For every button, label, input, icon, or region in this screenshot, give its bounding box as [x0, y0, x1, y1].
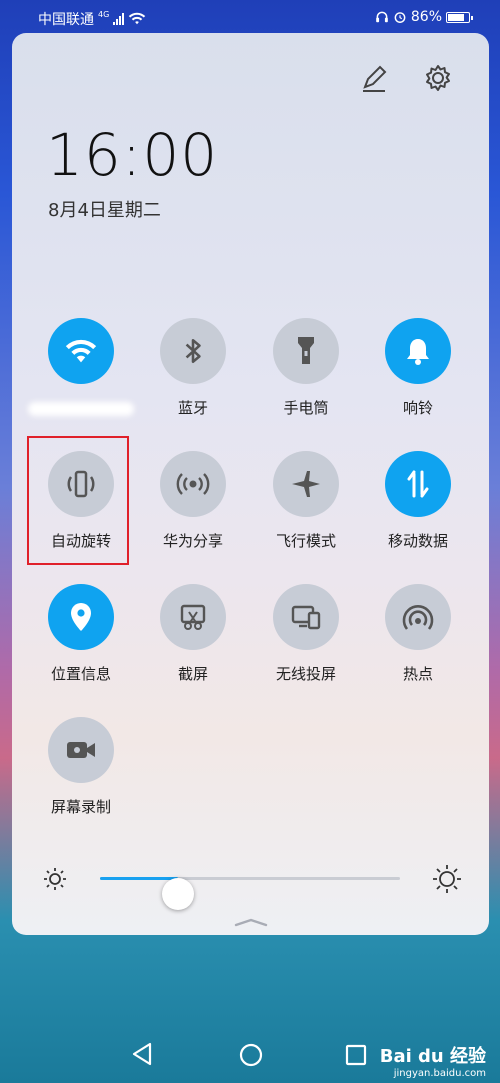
location-icon: [48, 584, 114, 650]
status-bar: 中国联通 4G 86%: [0, 0, 500, 34]
status-right: 86%: [375, 9, 473, 25]
tile-label: 热点: [402, 665, 433, 683]
tile-label: 移动数据: [387, 532, 448, 550]
clock-time: 16:00: [46, 121, 219, 189]
tile-label: 无线投屏: [275, 665, 336, 683]
screen-record-icon: [48, 717, 114, 783]
brightness-control: [42, 863, 462, 910]
bluetooth-icon: [160, 318, 226, 384]
tile-label: 飞行模式: [275, 532, 336, 550]
network-type: 4G: [98, 9, 110, 19]
watermark-brand: Bai du 经验: [379, 1046, 486, 1067]
brightness-slider[interactable]: [100, 877, 400, 910]
watermark-url: jingyan.baidu.com: [393, 1068, 486, 1079]
signal-icon: [113, 13, 125, 25]
tile-label: 蓝牙: [177, 399, 208, 417]
tile-bluetooth[interactable]: 蓝牙: [138, 318, 248, 418]
tile-label: 位置信息: [50, 665, 111, 683]
tile-huawei-share[interactable]: 华为分享: [138, 451, 248, 551]
tile-location[interactable]: 位置信息: [26, 584, 136, 684]
headphones-icon: [376, 11, 388, 23]
tile-hotspot[interactable]: 热点: [363, 584, 473, 684]
status-left: 中国联通 4G: [38, 9, 146, 29]
home-icon[interactable]: [238, 1042, 264, 1068]
panel-collapse-handle[interactable]: [234, 917, 268, 927]
mobile-data-icon: [385, 451, 451, 517]
auto-rotate-icon: [48, 451, 114, 517]
tile-label: 华为分享: [162, 532, 223, 550]
back-icon[interactable]: [130, 1040, 156, 1068]
clock-date: 8月4日星期二: [48, 200, 161, 221]
huawei-share-icon: [160, 451, 226, 517]
battery-icon: [446, 11, 473, 23]
airplane-icon: [273, 451, 339, 517]
battery-percent: 86%: [410, 9, 442, 25]
brightness-fill: [100, 877, 178, 880]
wifi-label-obscured: [28, 402, 134, 416]
tile-label: 响铃: [402, 399, 433, 417]
wifi-icon: [48, 318, 114, 384]
tile-wifi[interactable]: [26, 318, 136, 416]
edit-icon[interactable]: [357, 61, 391, 95]
tile-ring[interactable]: 响铃: [363, 318, 473, 418]
tile-auto-rotate[interactable]: 自动旋转: [26, 451, 136, 551]
gear-icon[interactable]: [421, 61, 455, 95]
tile-wireless-projection[interactable]: 无线投屏: [251, 584, 361, 684]
screenshot-icon: [160, 584, 226, 650]
brightness-thumb[interactable]: [162, 878, 194, 910]
tile-airplane-mode[interactable]: 飞行模式: [251, 451, 361, 551]
brightness-low-icon: [44, 868, 66, 890]
tile-screen-record[interactable]: 屏幕录制: [26, 717, 136, 817]
brightness-high-icon: [433, 865, 461, 893]
tile-flashlight[interactable]: 手电筒: [251, 318, 361, 418]
baidu-watermark-logo: Bai du 经验 jingyan.baidu.com: [380, 1042, 486, 1079]
flashlight-icon: [273, 318, 339, 384]
carrier-name: 中国联通: [38, 12, 94, 28]
tile-label: 屏幕录制: [50, 798, 111, 816]
tile-screenshot[interactable]: 截屏: [138, 584, 248, 684]
recent-apps-icon[interactable]: [345, 1044, 367, 1066]
hotspot-icon: [385, 584, 451, 650]
tile-label: 截屏: [177, 665, 208, 683]
panel-top-actions: [357, 61, 455, 95]
bell-icon: [385, 318, 451, 384]
quick-settings-panel: 16:00 8月4日星期二 蓝牙 手电筒 响铃 自动旋转 华为分享 飞行模式 移…: [12, 33, 489, 935]
wireless-projection-icon: [273, 584, 339, 650]
tile-mobile-data[interactable]: 移动数据: [363, 451, 473, 551]
wifi-status-icon: [129, 12, 146, 25]
alarm-icon: [394, 12, 406, 23]
tile-label: 手电筒: [283, 399, 329, 417]
tile-label: 自动旋转: [50, 532, 111, 550]
